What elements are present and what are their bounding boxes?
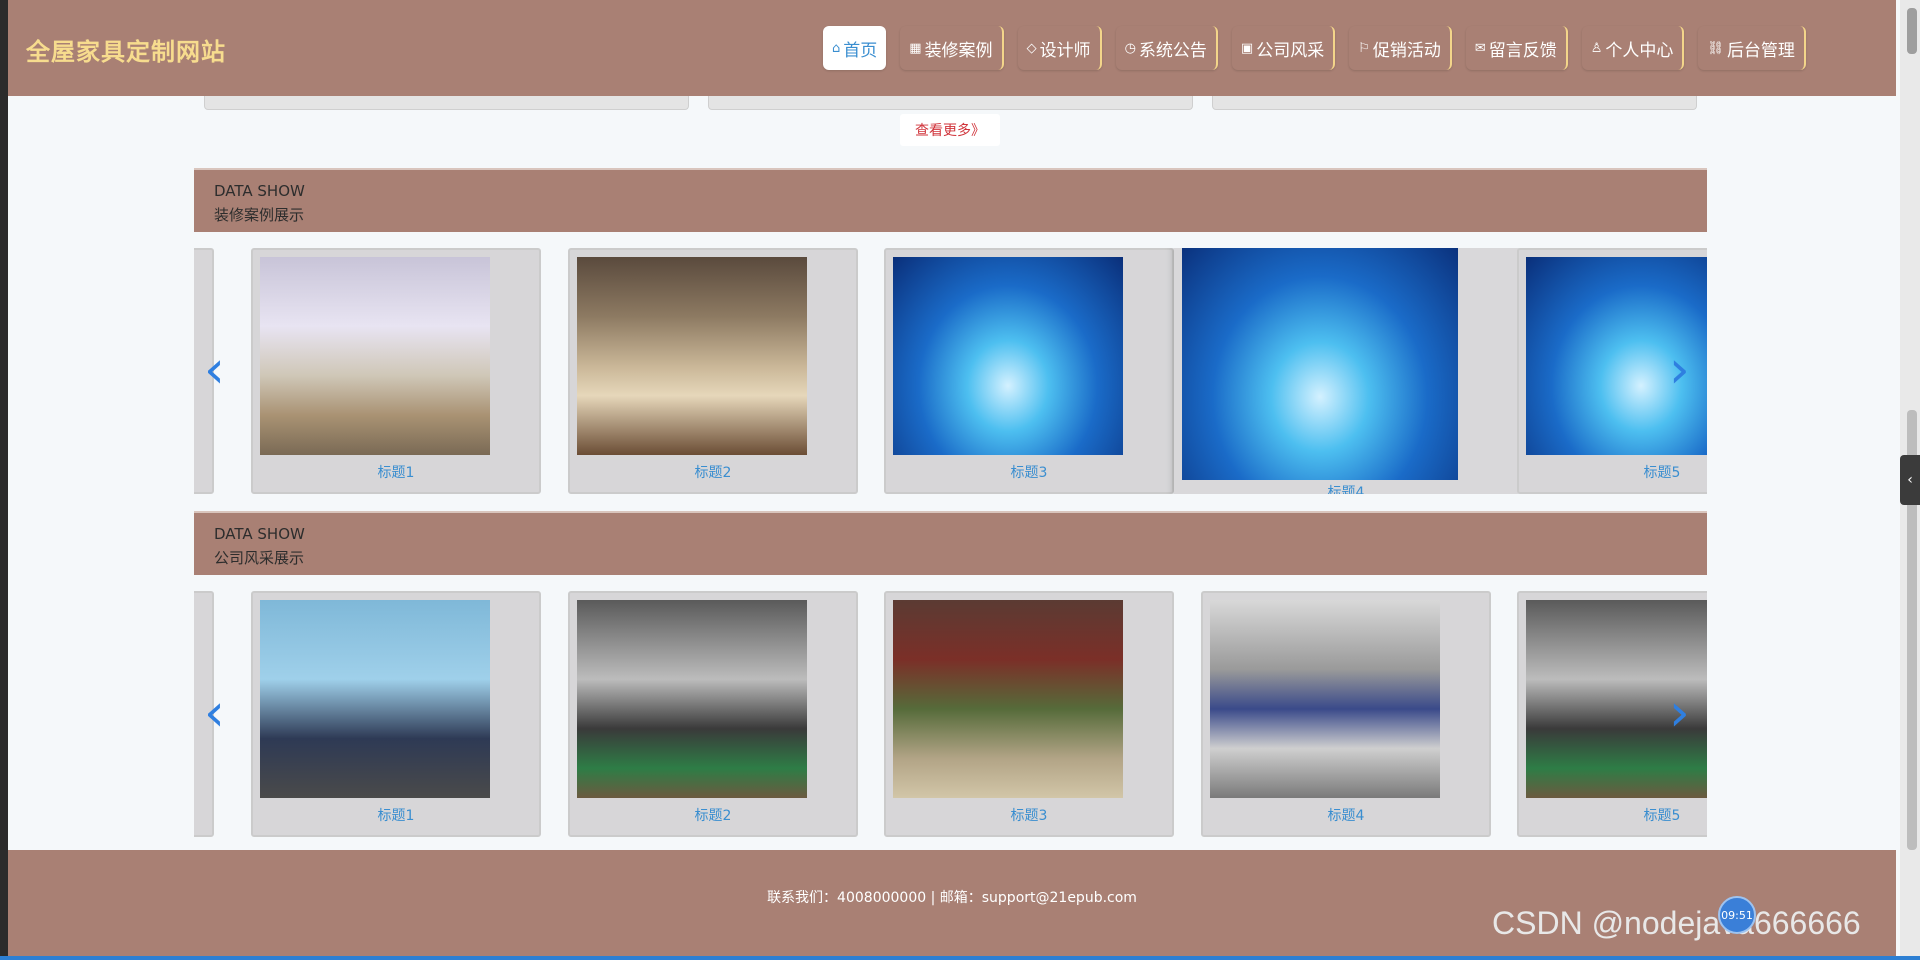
carousel-card[interactable]: 标题3 (884, 591, 1174, 837)
carousel-card-hovered[interactable]: 标题4 (1174, 248, 1518, 494)
section-title-cn: 装修案例展示 (214, 206, 305, 224)
card-image (260, 600, 490, 798)
card-caption[interactable]: 标题4 (1203, 805, 1489, 825)
link-icon: ⛓ (1707, 40, 1724, 56)
carousel-prev-arrow-icon[interactable]: ‹ (204, 687, 225, 739)
previous-card-remnant (204, 96, 689, 110)
site-header: 全屋家具定制网站 ⌂ 首页 ▦ 装修案例 ◇ 设计师 ◷ 系统公告 ▣ 公司风采 ⚐ 促销活动 ✉ 留言反… (8, 0, 1896, 96)
section-title-en: DATA SHOW (214, 182, 305, 200)
card-caption[interactable]: 标题3 (886, 462, 1172, 482)
nav-item-label: 设计师 (1039, 40, 1091, 61)
nav-item-1[interactable]: ▦ 装修案例 (900, 26, 1004, 70)
watermark-text: CSDN @nodejava666666 (1492, 905, 1861, 941)
nav-item-4[interactable]: ▣ 公司风采 (1231, 26, 1336, 70)
card-image (577, 257, 807, 455)
carousel-prev-arrow-icon[interactable]: ‹ (204, 344, 225, 396)
nav-item-label: 系统公告 (1138, 40, 1207, 61)
grid-icon: ▦ (909, 40, 922, 56)
tag-icon: ◇ (1026, 40, 1037, 56)
nav-item-0[interactable]: ⌂ 首页 (823, 26, 887, 70)
carousel-card[interactable]: 标题4 (1201, 591, 1491, 837)
card-caption[interactable]: 标题3 (886, 805, 1172, 825)
nav-item-6[interactable]: ✉ 留言反馈 (1465, 26, 1568, 70)
section-title-en: DATA SHOW (214, 525, 305, 543)
carousel-card[interactable]: 标题3 (884, 248, 1174, 494)
carousel-next-arrow-icon[interactable]: › (1669, 344, 1690, 396)
carousel-next-arrow-icon[interactable]: › (1669, 687, 1690, 739)
cases-carousel: 标题1 标题2 标题3 标题4 标题5 ‹ › (194, 248, 1707, 494)
side-collapse-tab[interactable]: ‹ (1900, 455, 1920, 505)
carousel-card[interactable]: 标题1 (251, 248, 541, 494)
previous-card-remnant (1212, 96, 1697, 110)
section-title-cn: 公司风采展示 (214, 549, 305, 567)
apps-icon: ▣ (1240, 40, 1254, 56)
taskbar-edge (0, 956, 1920, 960)
card-caption[interactable]: 标题1 (253, 462, 539, 482)
flag-icon: ⚐ (1358, 40, 1370, 56)
nav-item-label: 促销活动 (1372, 40, 1441, 61)
card-caption[interactable]: 标题1 (253, 805, 539, 825)
mail-icon: ✉ (1474, 40, 1486, 56)
view-more-button[interactable]: 查看更多》 (900, 114, 1000, 146)
nav-item-5[interactable]: ⚐ 促销活动 (1349, 26, 1452, 70)
company-carousel: 标题1 标题2 标题3 标题4 标题5 ‹ › (194, 591, 1707, 837)
main-nav: ⌂ 首页 ▦ 装修案例 ◇ 设计师 ◷ 系统公告 ▣ 公司风采 ⚐ 促销活动 ✉ 留言反馈 ♙ 个人中心 ⛓ 后台… (823, 26, 1806, 70)
nav-item-label: 首页 (843, 40, 878, 61)
card-image (260, 257, 490, 455)
nav-item-label: 装修案例 (924, 40, 993, 61)
scrollbar-top-thumb[interactable] (1907, 8, 1917, 54)
user-icon: ♙ (1590, 40, 1603, 56)
card-image (577, 600, 807, 798)
footer-contact: 联系我们：4008000000 | 邮箱：support@21epub.com (767, 890, 1137, 906)
section-header-company: DATA SHOW 公司风采展示 (194, 511, 1707, 575)
card-image (893, 600, 1123, 798)
nav-item-label: 个人中心 (1605, 40, 1674, 61)
card-caption[interactable]: 标题5 (1519, 462, 1707, 482)
section-header-cases: DATA SHOW 装修案例展示 (194, 168, 1707, 232)
carousel-card[interactable]: 标题2 (568, 591, 858, 837)
card-caption[interactable]: 标题4 (1174, 482, 1518, 494)
card-caption[interactable]: 标题2 (570, 805, 856, 825)
nav-item-7[interactable]: ♙ 个人中心 (1581, 26, 1685, 70)
nav-item-2[interactable]: ◇ 设计师 (1017, 26, 1102, 70)
card-image (1182, 248, 1458, 480)
card-caption[interactable]: 标题2 (570, 462, 856, 482)
nav-item-label: 留言反馈 (1488, 40, 1557, 61)
nav-item-8[interactable]: ⛓ 后台管理 (1698, 26, 1806, 70)
site-title: 全屋家具定制网站 (26, 38, 226, 66)
clock-badge[interactable]: 09:51 (1718, 896, 1756, 934)
carousel-card[interactable]: 标题2 (568, 248, 858, 494)
nav-item-label: 后台管理 (1726, 40, 1795, 61)
nav-item-3[interactable]: ◷ 系统公告 (1115, 26, 1218, 70)
window-frame-left (0, 0, 8, 960)
carousel-card[interactable]: 标题1 (251, 591, 541, 837)
card-image (893, 257, 1123, 455)
home-icon: ⌂ (832, 40, 841, 56)
nav-item-label: 公司风采 (1256, 40, 1325, 61)
card-caption[interactable]: 标题5 (1519, 805, 1707, 825)
card-image (1210, 600, 1440, 798)
previous-card-remnant (708, 96, 1193, 110)
power-icon: ◷ (1124, 40, 1136, 56)
